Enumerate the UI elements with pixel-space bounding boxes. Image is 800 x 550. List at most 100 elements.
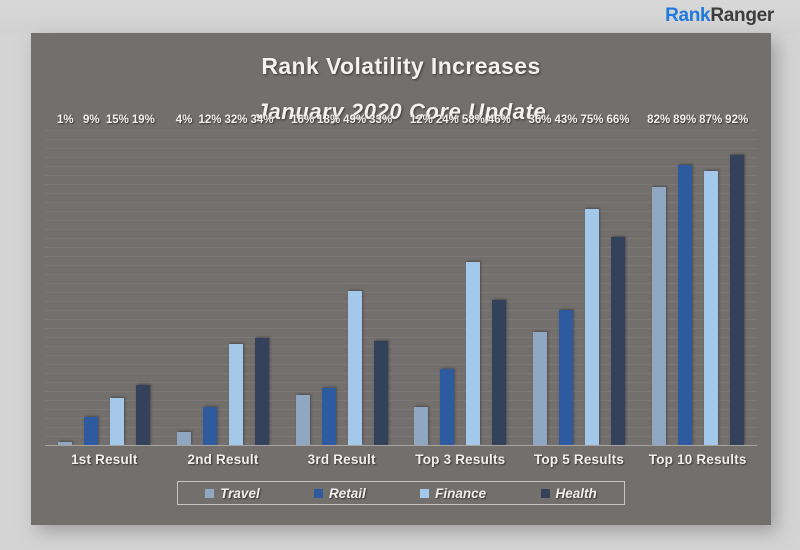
bar-groups-container: 1% 9% 15% 19% 4% 12% 32% 34% 16% 18% 49% 33% 12% 24% 5… — [45, 114, 757, 445]
legend-label: Retail — [329, 485, 366, 501]
bar-wrap: 12% — [198, 114, 222, 445]
legend-swatch-icon — [205, 488, 215, 498]
bar[interactable] — [703, 170, 718, 445]
bar[interactable] — [255, 337, 269, 445]
bar-wrap: 43% — [555, 114, 578, 445]
bar[interactable] — [651, 186, 666, 445]
bar-group: 4% 12% 32% 34% — [164, 114, 283, 445]
bar[interactable] — [466, 262, 481, 445]
bar-wrap: 1% — [57, 114, 74, 445]
bar-wrap: 24% — [436, 114, 459, 445]
bar[interactable] — [110, 397, 125, 445]
bar-wrap: 46% — [488, 114, 511, 445]
bar-group: 82% 89% 87% 92% — [638, 114, 757, 445]
legend-swatch-icon — [420, 488, 430, 498]
bar-value-label: 82% — [647, 114, 671, 126]
legend-label: Health — [555, 485, 597, 501]
category-label: 2nd Result — [187, 452, 259, 467]
legend-item[interactable]: Retail — [314, 486, 366, 501]
bar-value-label: 18% — [317, 114, 341, 126]
chart-title: Rank Volatility Increases — [261, 53, 541, 79]
bar[interactable] — [177, 432, 191, 445]
bar-value-label: 49% — [343, 114, 367, 126]
bar-wrap: 9% — [83, 114, 100, 445]
bar-wrap: 87% — [699, 114, 722, 445]
legend-item[interactable]: Health — [540, 485, 597, 501]
bar[interactable] — [373, 341, 388, 445]
bar-value-label: 92% — [725, 114, 749, 126]
bar[interactable] — [440, 369, 455, 445]
bar-value-label: 33% — [369, 114, 393, 126]
bar[interactable] — [533, 331, 548, 445]
bar-value-label: 12% — [409, 114, 433, 126]
bar-value-label: 66% — [606, 114, 630, 126]
bar-wrap: 19% — [132, 114, 155, 445]
bar-value-label: 9% — [83, 114, 100, 126]
x-axis-line — [45, 445, 757, 446]
bar[interactable] — [414, 407, 429, 445]
bar[interactable] — [729, 155, 744, 445]
bar[interactable] — [203, 407, 217, 445]
bar[interactable] — [321, 388, 336, 445]
bar-wrap: 33% — [369, 114, 392, 445]
bar-value-label: 46% — [487, 114, 511, 126]
bar-group: 1% 9% 15% 19% — [45, 114, 164, 445]
bar-wrap: 89% — [673, 114, 696, 445]
logo-text-rank: Rank — [665, 5, 711, 26]
bar-wrap: 15% — [106, 114, 129, 445]
bar[interactable] — [295, 394, 310, 445]
chart-panel: Rank Volatility Increases January 2020 C… — [31, 33, 771, 525]
bar-wrap: 16% — [291, 114, 314, 445]
bar[interactable] — [585, 208, 600, 445]
logo-text-ranger: Ranger — [710, 5, 774, 26]
bar[interactable] — [492, 300, 507, 445]
bar-wrap: 32% — [224, 114, 248, 445]
bar-value-label: 43% — [554, 114, 578, 126]
bar[interactable] — [347, 290, 362, 445]
category-label: Top 10 Results — [648, 452, 747, 467]
bar-wrap: 58% — [462, 114, 485, 445]
bar-value-label: 4% — [175, 114, 193, 126]
bar-wrap: 18% — [317, 114, 340, 445]
bar-wrap: 12% — [410, 114, 433, 445]
bar-value-label: 24% — [435, 114, 459, 126]
legend-label: Finance — [435, 485, 487, 501]
bar-group: 36% 43% 75% 66% — [520, 114, 639, 445]
category-label: 3rd Result — [307, 452, 376, 467]
bar-value-label: 75% — [580, 114, 604, 126]
legend-item[interactable]: Finance — [420, 486, 486, 501]
bar-value-label: 15% — [105, 114, 129, 126]
legend-swatch-icon — [540, 488, 550, 498]
bar[interactable] — [611, 237, 626, 445]
legend-item[interactable]: Travel — [205, 486, 260, 501]
bar-wrap: 34% — [250, 114, 274, 445]
bar-value-label: 16% — [291, 114, 315, 126]
bar[interactable] — [229, 344, 243, 445]
rankranger-logo[interactable]: RankRanger — [665, 6, 774, 26]
category-label: Top 5 Results — [533, 452, 625, 467]
bar[interactable] — [677, 164, 692, 445]
bar[interactable] — [559, 309, 574, 445]
x-axis-category-labels: 1st Result 2nd Result 3rd Result Top 3 Resu… — [45, 447, 757, 473]
category-label: 1st Result — [71, 452, 138, 467]
bar-wrap: 82% — [647, 114, 670, 445]
bar-wrap: 36% — [529, 114, 552, 445]
bar-wrap: 4% — [176, 114, 192, 445]
bar-value-label: 12% — [198, 114, 222, 126]
bar-group: 16% 18% 49% 33% — [282, 114, 401, 445]
top-bar: RankRanger — [0, 0, 800, 33]
bar-wrap: 66% — [607, 114, 630, 445]
bar-value-label: 1% — [57, 114, 74, 126]
bar-wrap: 75% — [581, 114, 604, 445]
bar-value-label: 34% — [250, 114, 274, 126]
bar-value-label: 58% — [461, 114, 485, 126]
bar[interactable] — [136, 385, 151, 445]
legend-label: Travel — [220, 485, 260, 501]
bar-value-label: 32% — [224, 114, 248, 126]
bar-wrap: 49% — [343, 114, 366, 445]
plot-area: 1% 9% 15% 19% 4% 12% 32% 34% 16% 18% 49% 33% 12% 24% 5… — [45, 114, 757, 446]
legend-swatch-icon — [314, 488, 324, 498]
category-label: Top 3 Results — [415, 452, 506, 467]
bar[interactable] — [84, 416, 99, 445]
bar-value-label: 89% — [673, 114, 697, 126]
